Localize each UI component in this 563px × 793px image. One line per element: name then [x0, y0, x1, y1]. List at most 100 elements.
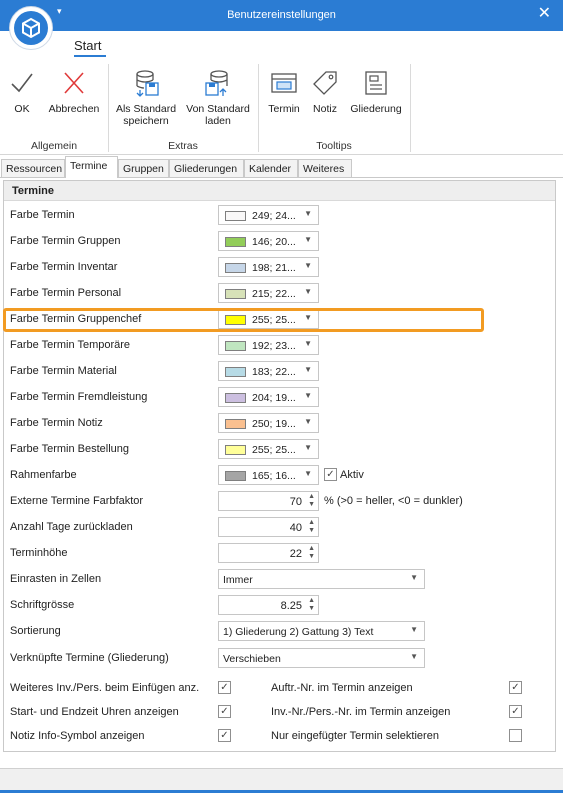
close-icon[interactable]: ✕	[538, 5, 551, 23]
tab-weiteres[interactable]: Weiteres	[298, 159, 352, 178]
color-row: Farbe Termin Gruppen 146; 20... ▼	[4, 231, 555, 253]
color-value: 249; 24...	[252, 210, 296, 222]
tooltip-termin-button[interactable]: Termin	[266, 68, 302, 115]
chevron-down-icon[interactable]: ▼	[304, 261, 312, 270]
color-row: Farbe Termin Notiz 250; 19... ▼	[4, 413, 555, 435]
app-cube-icon	[14, 11, 48, 45]
color-picker[interactable]: 249; 24... ▼	[218, 205, 319, 225]
color-row-label: Farbe Termin Gruppenchef	[10, 313, 142, 325]
color-value: 255; 25...	[252, 444, 296, 456]
color-row-label: Farbe Termin Bestellung	[10, 443, 130, 455]
checkbox-row: Weiteres Inv./Pers. beim Einfügen anz. ✓…	[4, 678, 555, 700]
termine-panel: Termine Farbe Termin 249; 24... ▼ Farbe …	[3, 180, 556, 752]
tab-gliederungen[interactable]: Gliederungen	[169, 159, 244, 178]
einrasten-select[interactable]: Immer ▼	[218, 569, 425, 589]
color-picker[interactable]: 198; 21... ▼	[218, 257, 319, 277]
chevron-down-icon[interactable]: ▼	[410, 652, 418, 661]
chevron-down-icon[interactable]: ▼	[304, 313, 312, 322]
window-title: Benutzereinstellungen	[227, 9, 336, 21]
checkbox[interactable]: ✓	[509, 681, 522, 694]
hoehe-spinner[interactable]: 22 ▲ ▼	[218, 543, 319, 563]
ok-button-label: OK	[14, 103, 30, 115]
rahmen-aktiv-checkbox[interactable]: ✓	[324, 468, 337, 481]
checkbox[interactable]: ✓	[509, 705, 522, 718]
schrift-spinner[interactable]: 8.25 ▲ ▼	[218, 595, 319, 615]
tooltip-notiz-button[interactable]: Notiz	[308, 68, 342, 115]
chevron-down-icon[interactable]: ▼	[304, 391, 312, 400]
tage-value: 40	[289, 522, 302, 534]
color-row-label: Farbe Termin Fremdleistung	[10, 391, 148, 403]
checkbox[interactable]: ✓	[218, 681, 231, 694]
checkbox[interactable]: ✓	[218, 729, 231, 742]
color-picker[interactable]: 255; 25... ▼	[218, 309, 319, 329]
tag-icon	[308, 68, 342, 98]
color-picker[interactable]: 165; 16... ▼	[218, 465, 319, 485]
ok-button[interactable]: OK	[8, 68, 36, 115]
checkbox[interactable]: ✓	[218, 705, 231, 718]
load-default-button[interactable]: Von Standard laden	[183, 68, 253, 127]
color-picker[interactable]: 192; 23... ▼	[218, 335, 319, 355]
color-row: Farbe Termin Temporäre 192; 23... ▼	[4, 335, 555, 357]
tab-gruppen[interactable]: Gruppen	[118, 159, 169, 178]
save-default-button[interactable]: Als Standard speichern	[113, 68, 179, 127]
color-swatch	[225, 419, 246, 429]
tage-label: Anzahl Tage zurückladen	[10, 521, 133, 533]
spinner-arrows-icon[interactable]: ▲ ▼	[308, 493, 315, 509]
verknuepft-value: Verschieben	[223, 653, 281, 665]
chevron-down-icon[interactable]: ▼	[304, 235, 312, 244]
color-row-label: Rahmenfarbe	[10, 469, 77, 481]
tab-kalender[interactable]: Kalender	[244, 159, 298, 178]
verknuepft-select[interactable]: Verschieben ▼	[218, 648, 425, 668]
color-swatch	[225, 471, 246, 481]
color-row: Farbe Termin Gruppenchef 255; 25... ▼	[4, 309, 555, 331]
color-swatch	[225, 289, 246, 299]
color-row-label: Farbe Termin Notiz	[10, 417, 103, 429]
color-value: 255; 25...	[252, 314, 296, 326]
ribbon-tab-start[interactable]: Start	[74, 38, 101, 53]
color-picker[interactable]: 250; 19... ▼	[218, 413, 319, 433]
chevron-down-icon[interactable]: ▼	[410, 573, 418, 582]
color-picker[interactable]: 255; 25... ▼	[218, 439, 319, 459]
ribbon: OK Abbrechen Allgemein Als Standard spei…	[0, 58, 563, 155]
chevron-down-icon[interactable]: ▼	[410, 625, 418, 634]
color-row: Farbe Termin 249; 24... ▼	[4, 205, 555, 227]
tab-termine[interactable]: Termine	[65, 156, 118, 178]
color-value: 250; 19...	[252, 418, 296, 430]
color-picker[interactable]: 215; 22... ▼	[218, 283, 319, 303]
group-label-tooltips: Tooltips	[316, 140, 352, 152]
cancel-button[interactable]: Abbrechen	[46, 68, 102, 115]
tage-spinner[interactable]: 40 ▲ ▼	[218, 517, 319, 537]
tooltip-gliederung-button[interactable]: Gliederung	[348, 68, 404, 115]
color-swatch	[225, 211, 246, 221]
chevron-down-icon[interactable]: ▼	[304, 365, 312, 374]
checkbox-row: Notiz Info-Symbol anzeigen ✓ Nur eingefü…	[4, 726, 555, 748]
chevron-down-icon[interactable]: ▼	[304, 443, 312, 452]
color-value: 146; 20...	[252, 236, 296, 248]
app-menu-button[interactable]	[9, 6, 53, 50]
color-picker[interactable]: 146; 20... ▼	[218, 231, 319, 251]
verknuepft-row: Verknüpfte Termine (Gliederung) Verschie…	[4, 648, 555, 670]
color-picker[interactable]: 183; 22... ▼	[218, 361, 319, 381]
spinner-arrows-icon[interactable]: ▲ ▼	[308, 519, 315, 535]
color-value: 204; 19...	[252, 392, 296, 404]
spinner-arrows-icon[interactable]: ▲ ▼	[308, 545, 315, 561]
color-row-label: Farbe Termin Inventar	[10, 261, 118, 273]
chevron-down-icon[interactable]: ▼	[304, 339, 312, 348]
checkbox-label: Nur eingefügter Termin selektieren	[271, 730, 439, 742]
tab-ressourcen[interactable]: Ressourcen	[1, 159, 65, 178]
checkbox[interactable]	[509, 729, 522, 742]
chevron-down-icon[interactable]: ▼	[304, 287, 312, 296]
chevron-down-icon[interactable]: ▼	[304, 417, 312, 426]
sortierung-select[interactable]: 1) Gliederung 2) Gattung 3) Text ▼	[218, 621, 425, 641]
color-row-label: Farbe Termin Temporäre	[10, 339, 131, 351]
color-value: 198; 21...	[252, 262, 296, 274]
chevron-down-icon[interactable]: ▼	[304, 209, 312, 218]
tooltip-notiz-label: Notiz	[313, 103, 337, 115]
color-value: 215; 22...	[252, 288, 296, 300]
farbfaktor-spinner[interactable]: 70 ▲ ▼	[218, 491, 319, 511]
spinner-arrows-icon[interactable]: ▲ ▼	[308, 597, 315, 613]
einrasten-row: Einrasten in Zellen Immer ▼	[4, 569, 555, 591]
chevron-down-icon[interactable]: ▼	[304, 469, 312, 478]
color-picker[interactable]: 204; 19... ▼	[218, 387, 319, 407]
color-row: Farbe Termin Fremdleistung 204; 19... ▼	[4, 387, 555, 409]
